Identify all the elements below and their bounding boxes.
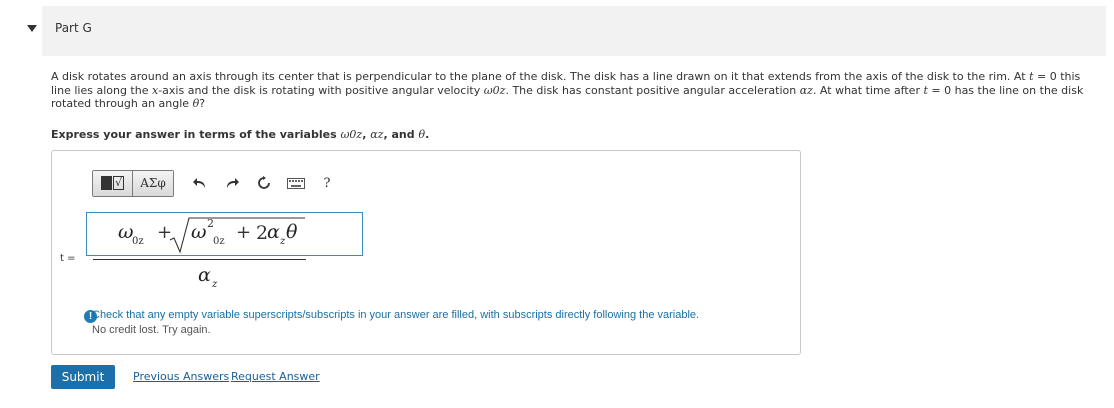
template-block-icon [100,176,112,190]
problem-var-alphaz: αz [799,83,813,97]
problem-text-5: . At what time after [812,83,924,97]
templates-button[interactable]: √ [93,170,133,196]
feedback-text: Check that any empty variable superscrip… [92,309,700,321]
keyboard-icon[interactable] [280,170,312,197]
template-button-group: √ ΑΣφ [92,169,174,197]
part-header[interactable]: Part G [0,0,1114,58]
radicand-theta: θ [286,221,298,243]
collapse-caret-icon[interactable] [27,25,37,32]
problem-statement: A disk rotates around an axis through it… [51,70,1091,111]
problem-text-1: A disk rotates around an axis through it… [51,70,1030,83]
answer-panel: √ ΑΣφ ? t = ω 0z + ω 2 0z + 2 α z θ α z … [51,150,801,355]
problem-text-7: ? [199,97,206,110]
answer-instructions: Express your answer in terms of the vari… [51,128,430,141]
part-title: Part G [55,21,92,35]
answer-variable-label: t = [60,253,76,264]
problem-var-omega0z: ω0z [483,83,506,97]
request-answer-link[interactable]: Request Answer [231,370,320,383]
instructions-prefix: Express your answer in terms of the vari… [51,128,341,141]
numerator-omega-subscript: 0z [132,236,144,247]
instructions-var-alphaz: αz [370,128,384,141]
denominator-alpha-subscript: z [212,279,218,290]
problem-text-3: -axis and the disk is rotating with posi… [158,83,484,97]
previous-answers-link[interactable]: Previous Answers [133,370,229,383]
submit-button[interactable]: Submit [51,365,115,389]
instructions-suffix: . [425,128,430,141]
denominator-alpha: α [198,264,211,286]
radicand-plus: + [236,222,252,243]
redo-arrow-icon[interactable] [216,170,248,197]
feedback-subtext: No credit lost. Try again. [92,324,211,336]
greek-symbols-button[interactable]: ΑΣφ [133,170,173,196]
radicand-omega: ω [191,221,207,243]
problem-text-4: . The disk has constant positive angular… [505,83,800,97]
sqrt-template-icon: √ [112,176,124,190]
math-toolbar: √ ΑΣφ ? [92,168,342,198]
part-header-background [42,6,1106,56]
radicand-omega-subscript: 0z [213,236,225,247]
instructions-conj: and [391,128,415,141]
radicand-omega-superscript: 2 [207,217,214,230]
undo-arrow-icon[interactable] [184,170,216,197]
radicand-alpha-subscript: z [280,236,286,247]
reset-circle-icon[interactable] [248,170,280,197]
help-button[interactable]: ? [312,170,342,197]
instructions-var-omega0z: ω0z [340,128,363,141]
fraction-bar [98,259,306,260]
radicand-alpha: α [267,221,280,243]
